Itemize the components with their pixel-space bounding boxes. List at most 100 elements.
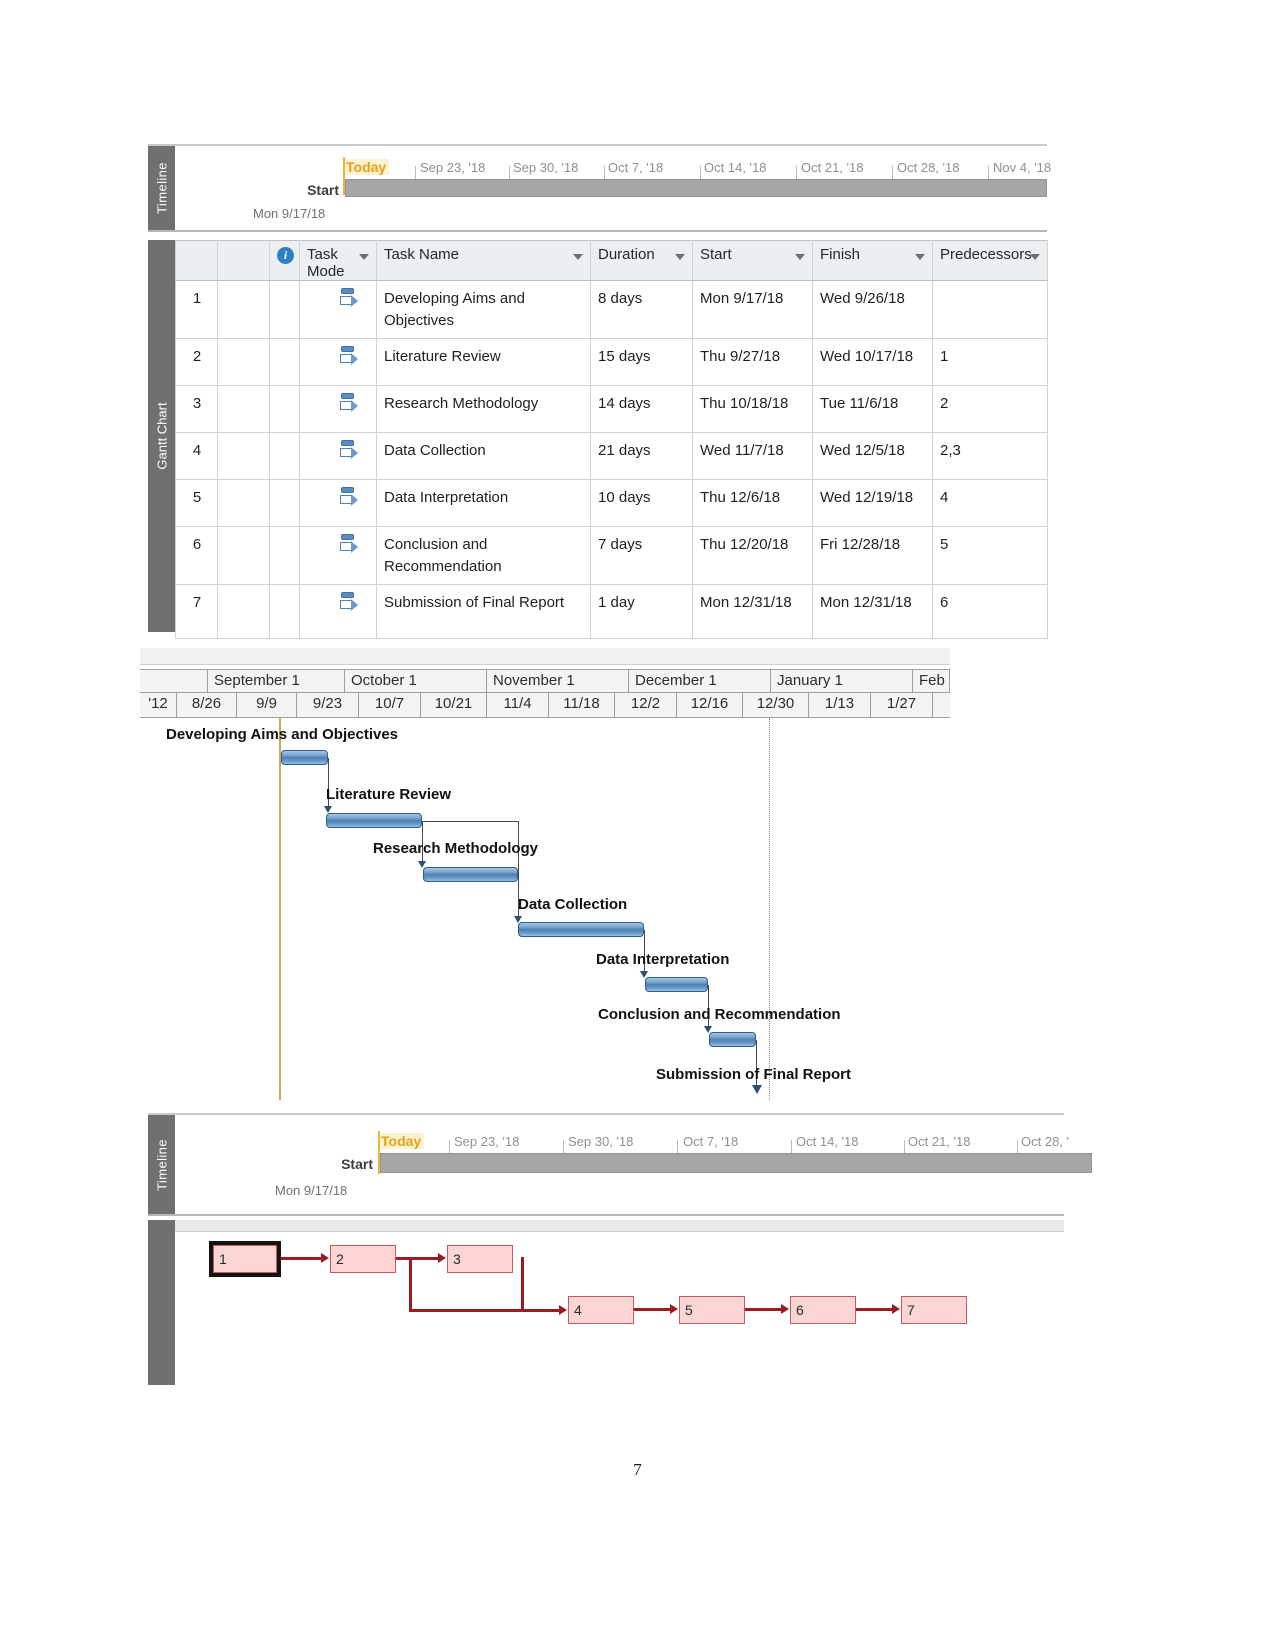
col-header-finish[interactable]: Finish: [812, 240, 933, 281]
predecessors-cell[interactable]: 6: [932, 584, 1048, 639]
task-mode-cell[interactable]: [299, 584, 377, 639]
row-indicator-cell[interactable]: [217, 280, 270, 339]
duration-cell[interactable]: 21 days: [590, 432, 693, 480]
col-header-start[interactable]: Start: [692, 240, 813, 281]
gantt-bar-3[interactable]: [518, 922, 644, 937]
row-info-cell[interactable]: [269, 526, 300, 585]
gantt-bar-4[interactable]: [645, 977, 708, 992]
chevron-down-icon[interactable]: [1030, 254, 1040, 260]
col-header-task-name[interactable]: Task Name: [376, 240, 591, 281]
gantt-bar-1[interactable]: [326, 813, 422, 828]
row-indicator-cell[interactable]: [217, 479, 270, 527]
task-mode-cell[interactable]: [299, 526, 377, 585]
task-name-cell[interactable]: Literature Review: [376, 338, 591, 386]
col-header-task-mode[interactable]: Task Mode: [299, 240, 377, 281]
finish-cell[interactable]: Wed 9/26/18: [812, 280, 933, 339]
task-name-cell[interactable]: Data Interpretation: [376, 479, 591, 527]
table-row[interactable]: 3 Research Methodology 14 days Thu 10/18…: [175, 385, 1048, 433]
predecessors-cell[interactable]: 2,3: [932, 432, 1048, 480]
gantt-chart-area[interactable]: September 1 October 1 November 1 Decembe…: [140, 648, 950, 1100]
duration-cell[interactable]: 15 days: [590, 338, 693, 386]
start-cell[interactable]: Mon 9/17/18: [692, 280, 813, 339]
network-diagram-pane[interactable]: 1 2 3 4 5 6 7: [148, 1220, 1064, 1385]
task-name-cell[interactable]: Submission of Final Report: [376, 584, 591, 639]
task-name-cell[interactable]: Research Methodology: [376, 385, 591, 433]
table-row[interactable]: 7 Submission of Final Report 1 day Mon 1…: [175, 584, 1048, 639]
timeline-pane-tab-bottom[interactable]: Timeline: [148, 1115, 175, 1214]
col-header-predecessors[interactable]: Predecessors: [932, 240, 1048, 281]
gantt-chart-pane-tab[interactable]: Gantt Chart: [148, 240, 175, 632]
row-info-cell[interactable]: [269, 479, 300, 527]
chevron-down-icon[interactable]: [573, 254, 583, 260]
start-cell[interactable]: Thu 10/18/18: [692, 385, 813, 433]
row-info-cell[interactable]: [269, 432, 300, 480]
timeline-span-bar[interactable]: [345, 179, 1047, 197]
chevron-down-icon[interactable]: [359, 254, 369, 260]
col-header-indicator[interactable]: [217, 240, 270, 281]
row-indicator-cell[interactable]: [217, 385, 270, 433]
row-indicator-cell[interactable]: [217, 432, 270, 480]
network-node-3[interactable]: 3: [447, 1245, 513, 1273]
start-cell[interactable]: Thu 12/20/18: [692, 526, 813, 585]
chevron-down-icon[interactable]: [915, 254, 925, 260]
start-cell[interactable]: Thu 9/27/18: [692, 338, 813, 386]
row-indicator-cell[interactable]: [217, 526, 270, 585]
chevron-down-icon[interactable]: [795, 254, 805, 260]
gantt-bar-2[interactable]: [423, 867, 518, 882]
task-mode-cell[interactable]: [299, 280, 377, 339]
col-header-info[interactable]: i: [269, 240, 300, 281]
timeline-pane-tab[interactable]: Timeline: [148, 146, 175, 230]
network-node-4[interactable]: 4: [568, 1296, 634, 1324]
task-name-cell[interactable]: Data Collection: [376, 432, 591, 480]
finish-cell[interactable]: Fri 12/28/18: [812, 526, 933, 585]
predecessors-cell[interactable]: 4: [932, 479, 1048, 527]
row-indicator-cell[interactable]: [217, 584, 270, 639]
finish-cell[interactable]: Wed 12/19/18: [812, 479, 933, 527]
duration-cell[interactable]: 8 days: [590, 280, 693, 339]
timeline-span-bar-bottom[interactable]: [380, 1153, 1092, 1173]
task-name-cell[interactable]: Conclusion and Recommendation: [376, 526, 591, 585]
gantt-milestone-marker-6[interactable]: [752, 1085, 762, 1094]
predecessors-cell[interactable]: 2: [932, 385, 1048, 433]
predecessors-cell[interactable]: 5: [932, 526, 1048, 585]
task-name-cell[interactable]: Developing Aims and Objectives: [376, 280, 591, 339]
timeline-body[interactable]: Today Sep 23, '18 Sep 30, '18 Oct 7, '18…: [175, 146, 1051, 230]
network-diagram-pane-tab[interactable]: [148, 1220, 175, 1385]
finish-cell[interactable]: Wed 12/5/18: [812, 432, 933, 480]
table-row[interactable]: 1 Developing Aims and Objectives 8 days …: [175, 280, 1048, 339]
finish-cell[interactable]: Mon 12/31/18: [812, 584, 933, 639]
finish-cell[interactable]: Wed 10/17/18: [812, 338, 933, 386]
network-node-7[interactable]: 7: [901, 1296, 967, 1324]
table-row[interactable]: 6 Conclusion and Recommendation 7 days T…: [175, 526, 1048, 585]
network-node-2[interactable]: 2: [330, 1245, 396, 1273]
duration-cell[interactable]: 1 day: [590, 584, 693, 639]
table-row[interactable]: 2 Literature Review 15 days Thu 9/27/18 …: [175, 338, 1048, 386]
task-mode-cell[interactable]: [299, 385, 377, 433]
network-node-5[interactable]: 5: [679, 1296, 745, 1324]
start-cell[interactable]: Wed 11/7/18: [692, 432, 813, 480]
task-table[interactable]: i Task Mode Task Name Duration Start Fin…: [175, 240, 1048, 639]
gantt-bar-5[interactable]: [709, 1032, 756, 1047]
duration-cell[interactable]: 10 days: [590, 479, 693, 527]
chevron-down-icon[interactable]: [675, 254, 685, 260]
table-row[interactable]: 4 Data Collection 21 days Wed 11/7/18 We…: [175, 432, 1048, 480]
task-mode-cell[interactable]: [299, 479, 377, 527]
row-indicator-cell[interactable]: [217, 338, 270, 386]
network-node-6[interactable]: 6: [790, 1296, 856, 1324]
row-info-cell[interactable]: [269, 280, 300, 339]
gantt-bar-0[interactable]: [281, 750, 328, 765]
finish-cell[interactable]: Tue 11/6/18: [812, 385, 933, 433]
table-row[interactable]: 5 Data Interpretation 10 days Thu 12/6/1…: [175, 479, 1048, 527]
row-info-cell[interactable]: [269, 338, 300, 386]
duration-cell[interactable]: 7 days: [590, 526, 693, 585]
task-mode-cell[interactable]: [299, 338, 377, 386]
task-mode-cell[interactable]: [299, 432, 377, 480]
row-info-cell[interactable]: [269, 584, 300, 639]
timeline-body-bottom[interactable]: Today Sep 23, '18 Sep 30, '18 Oct 7, '18…: [175, 1115, 1092, 1214]
col-header-duration[interactable]: Duration: [590, 240, 693, 281]
network-node-1[interactable]: 1: [213, 1245, 277, 1273]
predecessors-cell[interactable]: [932, 280, 1048, 339]
row-info-cell[interactable]: [269, 385, 300, 433]
predecessors-cell[interactable]: 1: [932, 338, 1048, 386]
start-cell[interactable]: Mon 12/31/18: [692, 584, 813, 639]
